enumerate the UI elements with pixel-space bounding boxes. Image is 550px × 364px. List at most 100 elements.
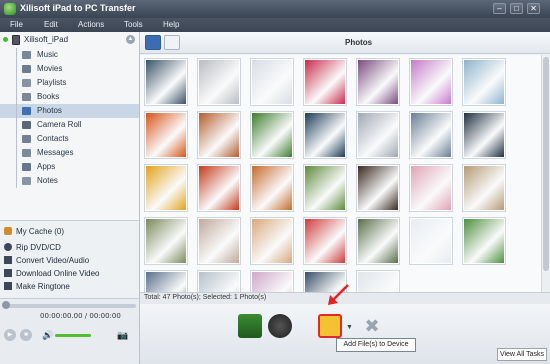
photo-thumbnail[interactable] [463, 165, 505, 211]
tree-line [16, 48, 17, 62]
photo-thumbnail[interactable] [304, 112, 346, 158]
app-window: Xilisoft iPad to PC Transfer – □ ✕ File … [0, 0, 550, 364]
photo-thumbnail[interactable] [410, 59, 452, 105]
photo-thumbnail[interactable] [145, 112, 187, 158]
photo-thumbnail[interactable] [357, 271, 399, 292]
photo-thumbnail[interactable] [251, 59, 293, 105]
photo-thumbnail[interactable] [198, 271, 240, 292]
tooltip: Add File(s) to Device [336, 338, 416, 352]
ringtone-icon [4, 282, 12, 290]
sidebar-item-playlists[interactable]: Playlists [0, 76, 139, 90]
photo-thumbnail[interactable] [463, 218, 505, 264]
movies-icon [22, 65, 31, 73]
sidebar-item-label: Camera Roll [37, 120, 82, 129]
sidebar: Xilisoft_iPad ▲ Music Movies Playlists B… [0, 32, 140, 220]
photo-thumbnail[interactable] [410, 112, 452, 158]
photo-thumbnail[interactable] [410, 218, 452, 264]
photo-thumbnail[interactable] [357, 218, 399, 264]
export-to-itunes-button[interactable] [268, 314, 292, 338]
photo-thumbnail[interactable] [251, 271, 293, 292]
tree-line [16, 160, 17, 174]
photo-thumbnail[interactable] [304, 165, 346, 211]
photo-thumbnail[interactable] [463, 112, 505, 158]
photo-thumbnail[interactable] [251, 112, 293, 158]
photo-thumbnail[interactable] [198, 165, 240, 211]
sidebar-item-label: Music [37, 50, 58, 59]
photo-thumbnail[interactable] [145, 59, 187, 105]
photo-thumbnail[interactable] [145, 165, 187, 211]
seek-knob[interactable] [2, 301, 10, 309]
sidebar-item-notes[interactable]: Notes [0, 174, 139, 188]
my-cache-label: My Cache (0) [16, 227, 65, 236]
dropdown-arrow-icon[interactable]: ▼ [346, 324, 353, 331]
device-node[interactable]: Xilisoft_iPad ▲ [0, 34, 139, 46]
photo-thumbnail[interactable] [463, 59, 505, 105]
sidebar-item-music[interactable]: Music [0, 48, 139, 62]
seek-slider[interactable] [4, 304, 136, 308]
menu-file[interactable]: File [10, 20, 23, 29]
sidebar-item-movies[interactable]: Movies [0, 62, 139, 76]
photo-thumbnail[interactable] [145, 271, 187, 292]
task-label: Download Online Video [16, 269, 100, 278]
photo-thumbnail[interactable] [251, 165, 293, 211]
snapshot-icon[interactable]: 📷 [117, 330, 129, 340]
my-cache-item[interactable]: My Cache (0) [0, 225, 139, 239]
scroll-thumb[interactable] [543, 57, 549, 271]
tree-line [16, 146, 17, 160]
photo-thumbnail[interactable] [198, 112, 240, 158]
sidebar-item-label: Messages [37, 148, 74, 157]
thumbnail-view-button[interactable] [145, 35, 161, 50]
task-make-ringtone[interactable]: Make Ringtone [0, 280, 139, 293]
sidebar-item-photos[interactable]: Photos [0, 104, 139, 118]
notes-icon [22, 177, 31, 185]
menu-actions[interactable]: Actions [78, 20, 104, 29]
list-view-button[interactable] [164, 35, 180, 50]
sidebar-item-books[interactable]: Books [0, 90, 139, 104]
stop-button[interactable]: ■ [20, 329, 32, 341]
eject-icon[interactable]: ▲ [126, 35, 135, 44]
photo-thumbnail[interactable] [304, 218, 346, 264]
photo-thumbnail[interactable] [410, 165, 452, 211]
tree-line [16, 90, 17, 104]
photo-thumbnail[interactable] [357, 59, 399, 105]
volume-slider[interactable] [55, 334, 91, 337]
books-icon [22, 93, 31, 101]
close-button[interactable]: ✕ [527, 3, 540, 14]
export-to-pc-button[interactable] [238, 314, 262, 338]
add-files-to-device-button[interactable] [318, 314, 342, 338]
sidebar-item-label: Books [37, 92, 60, 101]
ipad-icon [12, 35, 20, 45]
sidebar-item-messages[interactable]: Messages [0, 146, 139, 160]
contacts-icon [22, 135, 31, 143]
download-icon [4, 269, 12, 277]
photo-thumbnail[interactable] [357, 112, 399, 158]
photo-thumbnail[interactable] [198, 59, 240, 105]
task-rip-dvd[interactable]: Rip DVD/CD [0, 241, 139, 254]
photo-thumbnail[interactable] [251, 218, 293, 264]
task-label: Rip DVD/CD [16, 243, 61, 252]
messages-icon [22, 149, 31, 157]
menu-help[interactable]: Help [163, 20, 179, 29]
photo-thumbnail[interactable] [357, 165, 399, 211]
minimize-button[interactable]: – [493, 3, 506, 14]
view-all-tasks-button[interactable]: View All Tasks [497, 348, 547, 361]
photo-thumbnail[interactable] [304, 59, 346, 105]
delete-icon[interactable]: ✖ [360, 314, 384, 338]
device-label: Xilisoft_iPad [24, 35, 69, 44]
maximize-button[interactable]: □ [510, 3, 523, 14]
task-label: Make Ringtone [16, 282, 70, 291]
sidebar-item-camera-roll[interactable]: Camera Roll [0, 118, 139, 132]
task-convert[interactable]: Convert Video/Audio [0, 254, 139, 267]
menu-tools[interactable]: Tools [124, 20, 143, 29]
tree-line [16, 104, 17, 118]
menu-edit[interactable]: Edit [44, 20, 58, 29]
task-download-video[interactable]: Download Online Video [0, 267, 139, 280]
photo-thumbnail[interactable] [198, 218, 240, 264]
sidebar-item-contacts[interactable]: Contacts [0, 132, 139, 146]
play-button[interactable]: ▶ [4, 329, 16, 341]
sidebar-item-apps[interactable]: Apps [0, 160, 139, 174]
photo-thumbnail[interactable] [145, 218, 187, 264]
vertical-scrollbar[interactable] [541, 55, 550, 292]
apps-icon [22, 163, 31, 171]
tree-line [16, 62, 17, 76]
